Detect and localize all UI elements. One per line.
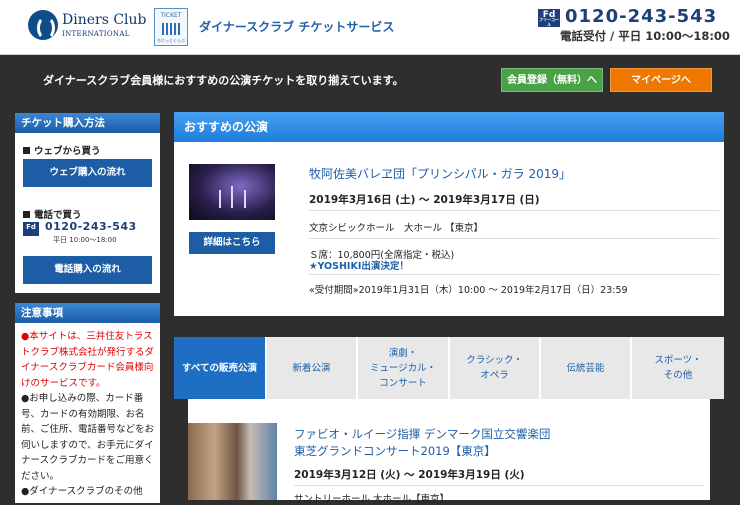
event-title-link[interactable]: 牧阿佐美バレヱ団「プリンシパル・ガラ 2019」	[309, 165, 571, 182]
event-sales-period: «受付期間»2019年1月31日（木）10:00 〜 2019年2月17日（日）…	[309, 285, 628, 296]
divider	[309, 238, 719, 239]
details-button[interactable]: 詳細はこちら	[189, 232, 275, 254]
square-bullet-icon	[23, 211, 30, 218]
logo-brand-name: Diners Club	[62, 12, 147, 28]
event-venue: 文京シビックホール 大ホール 【東京】	[309, 223, 484, 234]
sidebar-phone-hours: 平日 10:00〜18:00	[53, 236, 117, 244]
notice-heading: 注意事項	[15, 303, 160, 323]
recommended-panel: おすすめの公演 詳細はこちら 牧阿佐美バレヱ団「プリンシパル・ガラ 2019」 …	[174, 112, 724, 316]
square-bullet-icon	[23, 147, 30, 154]
event-card-subtitle[interactable]: 東芝グランドコンサート2019【東京】	[294, 443, 496, 459]
ballet-event-image[interactable]	[189, 164, 275, 220]
tab-theater[interactable]: 演劇・ ミュージカル・ コンサート	[356, 337, 448, 399]
intro-text: ダイナースクラブ会員様におすすめの公演チケットを取り揃えています。	[43, 74, 404, 87]
header-phone[interactable]: Fd フリーコール 0120-243-543	[538, 6, 728, 30]
recommended-heading: おすすめの公演	[174, 112, 724, 142]
phone-purchase-label: 電話で買う	[23, 207, 82, 221]
divider	[294, 485, 704, 486]
site-header: Diners Club INTERNATIONAL TICKET ちけっとくらぶ…	[0, 0, 740, 55]
logo-brand-sub: INTERNATIONAL	[62, 30, 130, 38]
header-phone-number: 0120-243-543	[565, 6, 718, 27]
notice-text-red: ●本サイトは、三井住友トラストクラブ株式会社が発行するダイナースクラブカード会員…	[21, 331, 155, 389]
notice-text: ●ダイナースクラブのその他	[21, 486, 143, 497]
event-card-date: 2019年3月12日 (火) 〜 2019年3月19日 (火)	[294, 469, 525, 481]
tab-all[interactable]: すべての販売公演	[174, 337, 265, 399]
mypage-button[interactable]: マイページへ	[610, 68, 712, 92]
notice-text: ●お申し込みの際、カード番号、カードの有効期限、お名前、ご住所、電話番号などをお…	[21, 393, 155, 482]
register-button[interactable]: 会員登録（無料）へ	[501, 68, 603, 92]
freedial-icon: Fd	[23, 222, 39, 236]
howto-heading: チケット購入方法	[15, 113, 160, 133]
tab-sports[interactable]: スポーツ・ その他	[630, 337, 724, 399]
phone-purchase-button[interactable]: 電話購入の流れ	[23, 256, 152, 284]
diners-club-mark-icon	[28, 10, 58, 40]
notice-box: ●本サイトは、三井住友トラストクラブ株式会社が発行するダイナースクラブカード会員…	[15, 323, 160, 503]
diners-club-logo[interactable]: Diners Club INTERNATIONAL	[28, 10, 147, 44]
header-hours: 電話受付 / 平日 10:00〜18:00	[560, 29, 730, 43]
site-name: ダイナースクラブ チケットサービス	[199, 20, 395, 34]
sidebar-phone-number: 0120-243-543	[45, 220, 137, 233]
sidebar-phone[interactable]: Fd 0120-243-543 平日 10:00〜18:00	[23, 220, 152, 246]
top-banner: ダイナースクラブ会員様におすすめの公演チケットを取り揃えています。 会員登録（無…	[0, 56, 740, 106]
web-purchase-label: ウェブから買う	[23, 143, 101, 157]
category-tabs: すべての販売公演 新着公演 演劇・ ミュージカル・ コンサート クラシック・ オペラ …	[174, 337, 724, 399]
event-card-venue: サントリーホール 大ホール【東京】	[294, 494, 450, 505]
event-date: 2019年3月16日 (土) 〜 2019年3月17日 (日)	[309, 194, 540, 206]
tab-classic[interactable]: クラシック・ オペラ	[448, 337, 539, 399]
concert-event-image[interactable]	[188, 423, 277, 500]
event-note: ★YOSHIKI出演決定！	[309, 261, 409, 272]
ticket-logo-subtext: ちけっとくらぶ	[157, 38, 185, 43]
tab-traditional[interactable]: 伝統芸能	[539, 337, 630, 399]
howto-box: ウェブから買う ウェブ購入の流れ 電話で買う Fd 0120-243-543 平…	[15, 133, 160, 293]
divider	[309, 274, 719, 275]
divider	[309, 210, 719, 211]
tab-new[interactable]: 新着公演	[265, 337, 356, 399]
event-card[interactable]: ファビオ・ルイージ指揮 デンマーク国立交響楽団 東芝グランドコンサート2019【…	[188, 399, 710, 505]
event-card-title[interactable]: ファビオ・ルイージ指揮 デンマーク国立交響楽団	[294, 426, 550, 442]
web-purchase-button[interactable]: ウェブ購入の流れ	[23, 159, 152, 187]
barcode-icon	[162, 23, 182, 35]
ticket-logo-text: TICKET	[160, 12, 182, 19]
freedial-icon: Fd フリーコール	[538, 9, 560, 27]
ticket-service-logo[interactable]: TICKET ちけっとくらぶ	[154, 8, 188, 46]
event-list: ファビオ・ルイージ指揮 デンマーク国立交響楽団 東芝グランドコンサート2019【…	[174, 399, 724, 505]
